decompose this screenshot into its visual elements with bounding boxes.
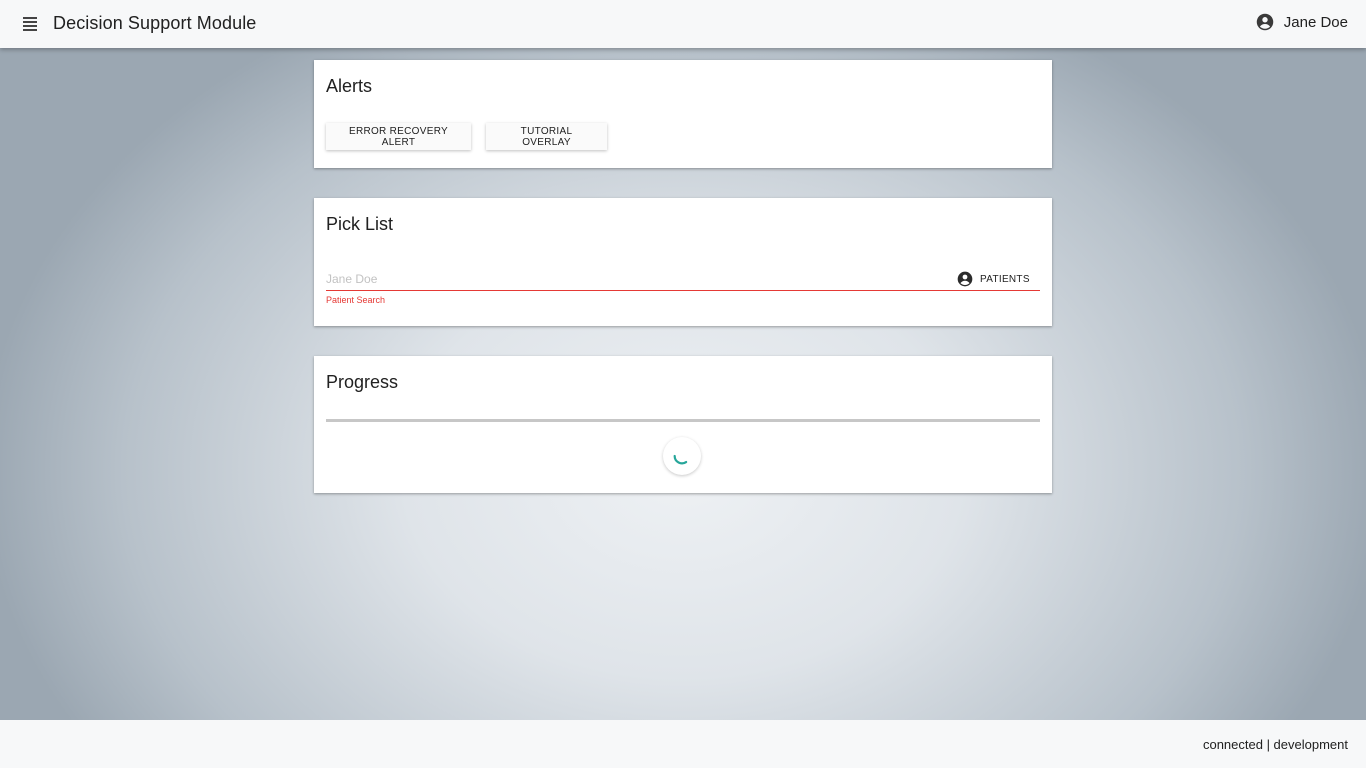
pick-list-card: Pick List PATIENTS Patient Search <box>314 198 1052 326</box>
app-bar: Decision Support Module Jane Doe <box>0 0 1366 48</box>
patient-search-helper: Patient Search <box>326 295 386 305</box>
progress-bar <box>326 419 1040 422</box>
connection-status: connected | development <box>1202 737 1348 752</box>
alerts-card: Alerts ERROR RECOVERY ALERT TUTORIAL OVE… <box>314 60 1052 168</box>
tutorial-overlay-button[interactable]: TUTORIAL OVERLAY <box>486 123 607 150</box>
status-footer: connected | development <box>0 720 1366 768</box>
app-title: Decision Support Module <box>53 13 257 33</box>
patients-button[interactable]: PATIENTS <box>957 270 1030 288</box>
error-recovery-alert-button[interactable]: ERROR RECOVERY ALERT <box>326 123 471 150</box>
progress-title: Progress <box>326 372 399 392</box>
user-menu[interactable]: Jane Doe <box>1256 13 1348 31</box>
menu-icon[interactable] <box>20 14 40 34</box>
patients-button-label: PATIENTS <box>980 273 1030 285</box>
account-circle-icon <box>1256 13 1274 31</box>
pick-list-title: Pick List <box>326 214 394 234</box>
progress-card: Progress <box>314 356 1052 493</box>
patient-search-input[interactable] <box>326 270 946 288</box>
alerts-title: Alerts <box>326 76 373 96</box>
user-name: Jane Doe <box>1283 13 1348 31</box>
search-underline <box>326 290 1040 291</box>
account-circle-icon <box>957 271 973 287</box>
loading-spinner-icon <box>663 437 701 475</box>
